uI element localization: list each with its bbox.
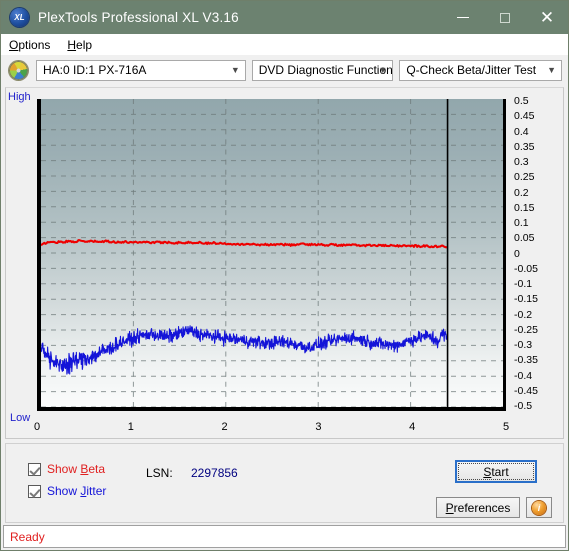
y-axis-ticks: 0.5 0.45 0.4 0.35 0.3 0.25 0.2 0.15 0.1 0.05 0 -0.0… [514, 94, 560, 417]
show-jitter-row[interactable]: Show Jitter [28, 484, 106, 498]
y-axis-tick-label: 0.5 [514, 94, 529, 107]
menu-bar: Options Help [1, 34, 568, 55]
close-icon[interactable]: ✕ [526, 1, 568, 34]
chevron-down-icon: ▼ [547, 65, 556, 75]
start-button-label: Start [483, 464, 509, 479]
preferences-button[interactable]: Preferences [436, 497, 520, 518]
y-axis-tick-label: 0.4 [514, 125, 529, 138]
info-icon: i [532, 500, 546, 515]
preferences-button-label: Preferences [445, 500, 511, 515]
y-axis-tick-label: 0.25 [514, 171, 535, 183]
x-axis-tick-label: 4 [409, 421, 416, 433]
show-beta-row[interactable]: Show Beta [28, 462, 105, 476]
show-beta-label: Show Beta [47, 462, 106, 476]
y-axis-tick-label: 0.35 [514, 140, 535, 153]
x-axis-tick-label: 1 [127, 421, 134, 433]
info-button[interactable]: i [526, 497, 552, 518]
function-group-select-value: DVD Diagnostic Functions [258, 63, 394, 77]
y-axis-tick-label: 0.1 [514, 216, 529, 229]
y-axis-tick-label: 0.05 [514, 232, 535, 244]
y-axis-tick-label: 0.45 [514, 110, 535, 122]
y-axis-tick-label: -0.25 [514, 323, 538, 336]
x-axis-tick-label: 2 [221, 421, 228, 433]
x-axis-tick-label: 0 [33, 421, 41, 433]
y-axis-tick-label: -0.1 [514, 277, 533, 290]
minimize-icon[interactable] [442, 1, 484, 34]
y-axis-tick-label: -0.2 [514, 308, 533, 321]
maximize-icon[interactable] [484, 1, 526, 34]
window-title: PlexTools Professional XL V3.16 [38, 10, 239, 25]
disc-drive-icon [9, 60, 28, 80]
menu-item-help-label: elp [76, 37, 93, 52]
y-axis-tick-label: 0.3 [514, 155, 529, 168]
drive-select-value: HA:0 ID:1 PX-716A [43, 63, 147, 77]
test-select[interactable]: Q-Check Beta/Jitter Test ▼ [399, 59, 562, 81]
y-axis-tick-label: -0.05 [514, 262, 538, 275]
control-panel: Show Beta Show Jitter LSN: 2297856 Start… [5, 443, 564, 523]
show-beta-checkbox[interactable] [28, 462, 41, 476]
menu-item-help[interactable]: Help [67, 38, 92, 52]
selector-bar: HA:0 ID:1 PX-716A ▼ DVD Diagnostic Funct… [1, 55, 568, 85]
chevron-down-icon: ▼ [378, 65, 388, 75]
drive-select[interactable]: HA:0 ID:1 PX-716A ▼ [36, 59, 246, 81]
chart-axis-label-low: Low [10, 412, 31, 424]
y-axis-tick-label: 0.15 [514, 201, 535, 214]
plot-wrapper [33, 95, 510, 415]
x-axis-tick-label: 5 [502, 421, 510, 433]
y-axis-tick-label: -0.5 [514, 399, 533, 412]
status-bar: Ready [3, 525, 566, 548]
window-controls: ✕ [442, 1, 568, 34]
start-button-inner: Start [458, 463, 534, 480]
y-axis-tick-label: -0.45 [514, 384, 538, 397]
y-axis-tick-label: -0.35 [514, 354, 538, 366]
title-bar: XL PlexTools Professional XL V3.16 ✕ [1, 1, 568, 34]
function-group-select[interactable]: DVD Diagnostic Functions ▼ [251, 59, 394, 81]
y-axis-tick-label: 0 [514, 247, 520, 260]
y-axis-tick-label: -0.4 [514, 369, 533, 382]
test-select-value: Q-Check Beta/Jitter Test [406, 63, 537, 77]
status-message: Ready [10, 529, 45, 544]
chart-axis-label-high: High [8, 91, 31, 103]
menu-item-options-label: ptions [18, 37, 51, 52]
y-axis-tick-label: 0.2 [514, 186, 529, 199]
chart-svg [41, 99, 503, 407]
lsn-value: 2297856 [191, 466, 238, 480]
plot-inner [41, 99, 503, 407]
y-axis-tick-label: -0.15 [514, 293, 538, 305]
app-window: XL PlexTools Professional XL V3.16 ✕ Opt… [0, 0, 569, 551]
menu-item-options[interactable]: Options [9, 38, 50, 52]
plot-area[interactable] [37, 99, 506, 411]
x-axis-ticks: 0 1 2 3 4 5 [33, 419, 518, 437]
app-logo-icon: XL [10, 8, 29, 27]
show-jitter-checkbox[interactable] [28, 484, 41, 498]
y-axis-tick-label: -0.3 [514, 338, 533, 351]
x-axis-tick-label: 3 [315, 421, 322, 433]
lsn-label: LSN: [146, 466, 173, 480]
show-jitter-label: Show Jitter [47, 484, 107, 498]
chart-panel: High Low 0.5 0.45 0.4 0.35 0.3 0.25 0.2 0.15 0.1… [5, 87, 564, 439]
chevron-down-icon: ▼ [230, 65, 240, 75]
start-button[interactable]: Start [456, 461, 536, 482]
